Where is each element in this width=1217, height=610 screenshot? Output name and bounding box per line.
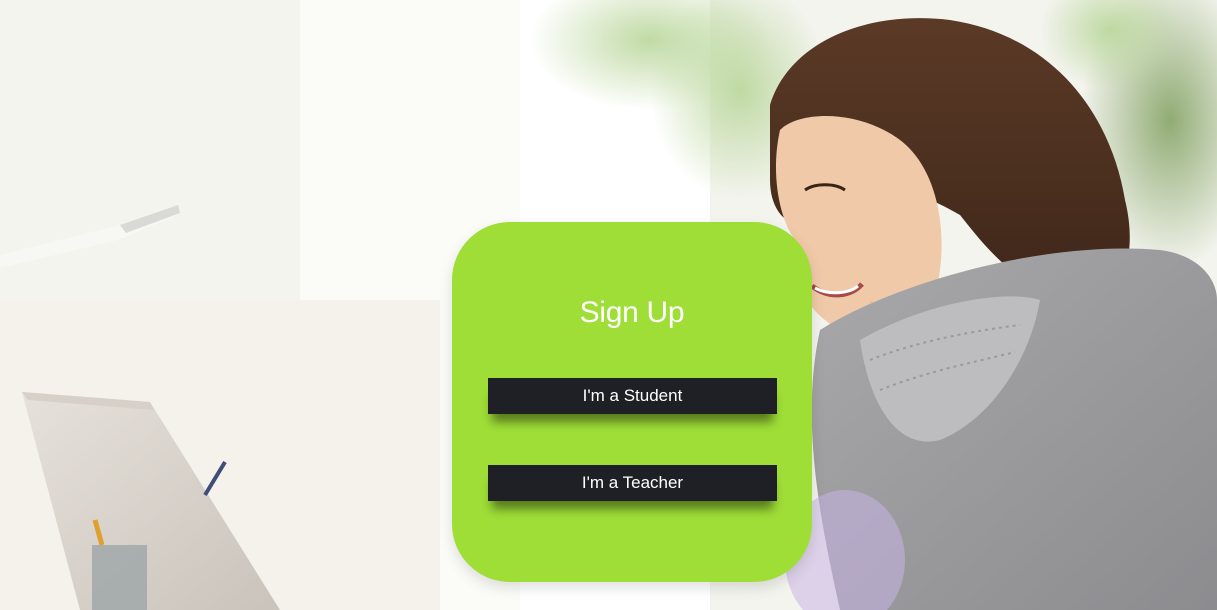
page: Sign Up I'm a Student I'm a Teacher [0,0,1217,610]
signup-card: Sign Up I'm a Student I'm a Teacher [452,222,812,582]
signup-title: Sign Up [579,296,685,329]
student-signup-button[interactable]: I'm a Student [488,378,777,414]
teacher-signup-button[interactable]: I'm a Teacher [488,465,777,501]
